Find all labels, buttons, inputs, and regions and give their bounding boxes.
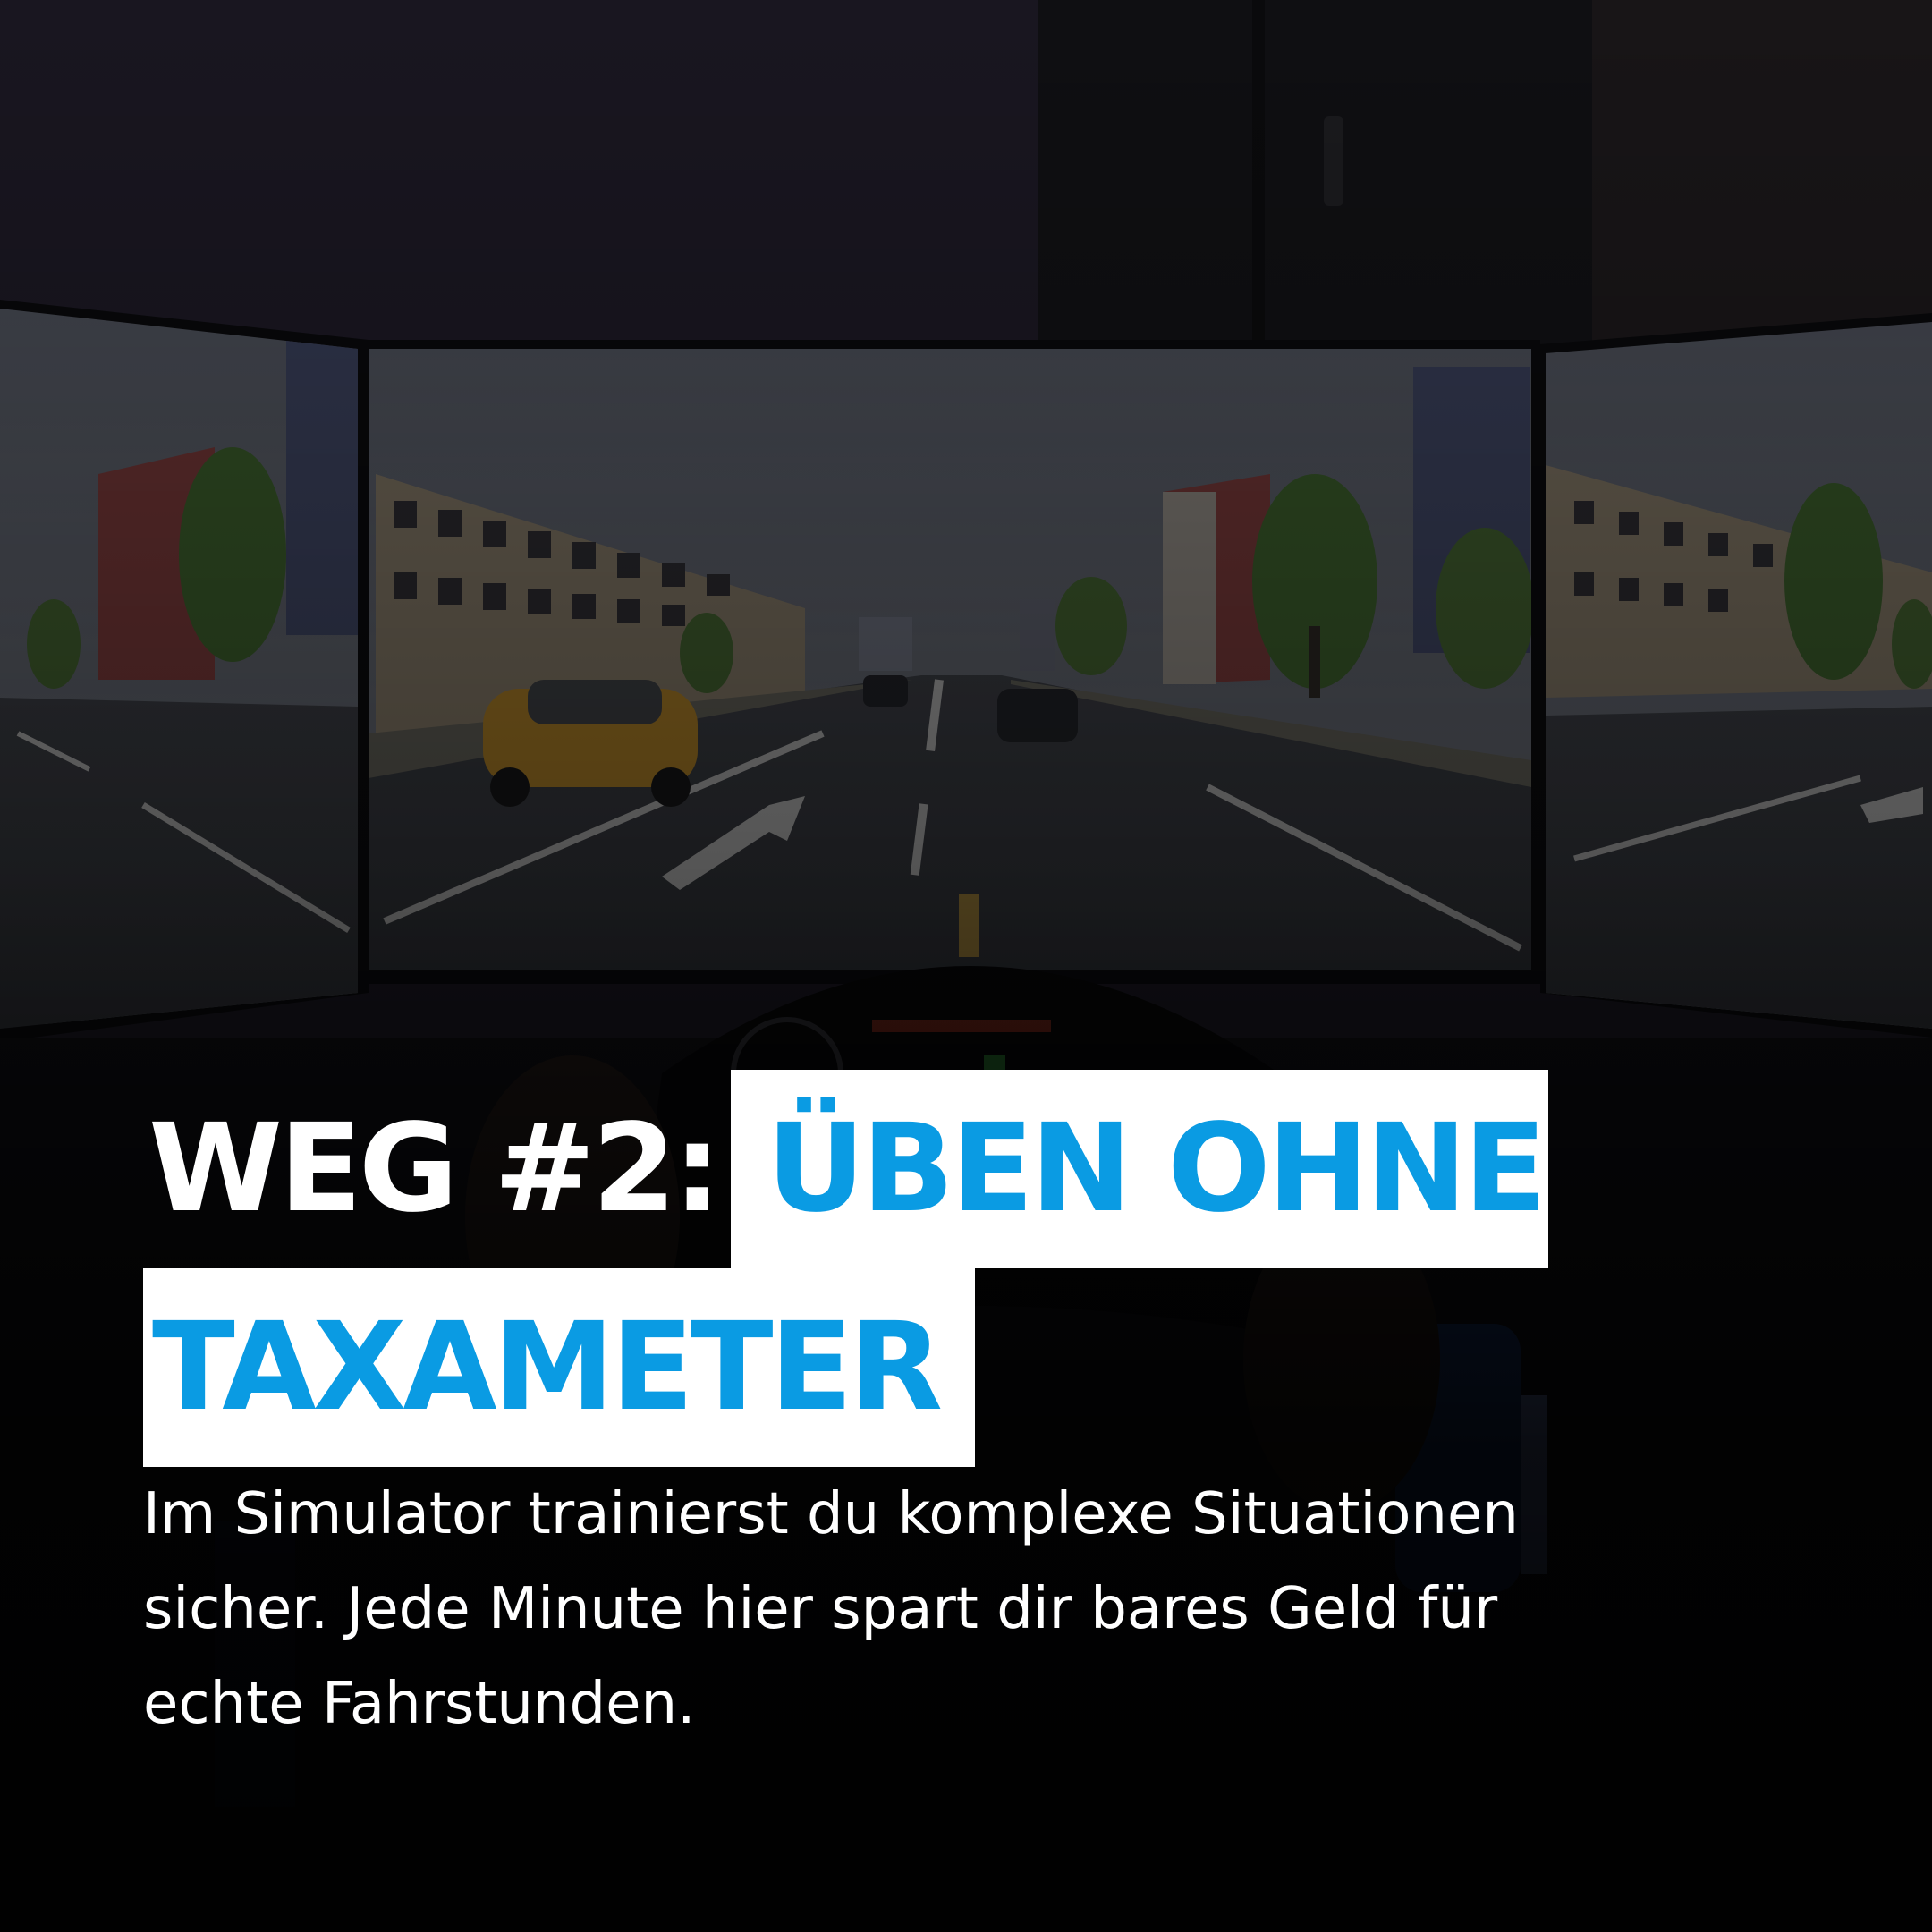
body-line-2: sicher. Jede Minute hier spart dir bares… (143, 1576, 1498, 1642)
headline-line-1: WEG #2: ÜBEN OHNE (143, 1070, 1664, 1268)
body-text: Im Simulator trainierst du komplexe Situ… (143, 1467, 1753, 1751)
headline: WEG #2: ÜBEN OHNE TAXAMETER (143, 1070, 1664, 1467)
headline-line-2: TAXAMETER (143, 1268, 1664, 1467)
slide: WEG #2: ÜBEN OHNE TAXAMETER Im Simulator… (0, 0, 1932, 1932)
body-line-3: echte Fahrstunden. (143, 1671, 696, 1737)
headline-prefix: WEG #2: (148, 1098, 722, 1240)
body-line-1: Im Simulator trainierst du komplexe Situ… (143, 1481, 1519, 1547)
headline-highlight-1: ÜBEN OHNE (730, 1070, 1549, 1268)
headline-highlight-2: TAXAMETER (143, 1268, 976, 1467)
